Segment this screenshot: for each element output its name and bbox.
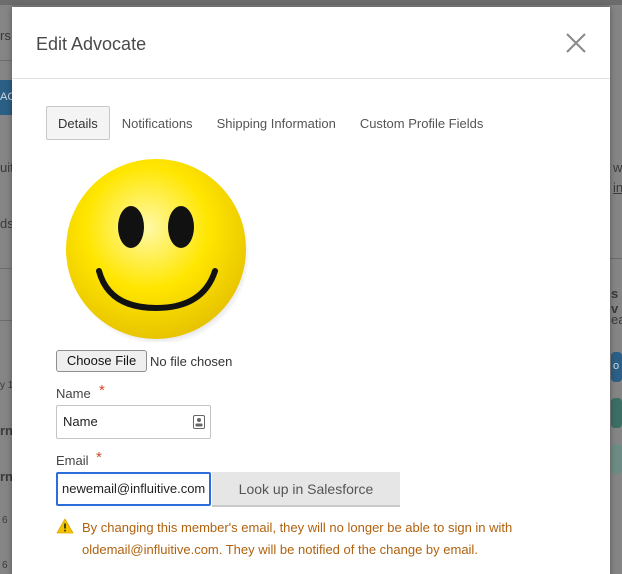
contact-card-icon[interactable] bbox=[193, 415, 205, 429]
backdrop-fragment: 6 bbox=[2, 560, 8, 571]
email-change-warning: By changing this member's email, they wi… bbox=[82, 520, 513, 557]
backdrop-divider bbox=[0, 320, 12, 321]
email-input[interactable]: newemail@influitive.com bbox=[56, 472, 211, 506]
email-label: Email bbox=[56, 453, 89, 468]
backdrop-teal-badge bbox=[611, 444, 622, 474]
tab-custom-profile-fields[interactable]: Custom Profile Fields bbox=[348, 106, 496, 140]
backdrop-fragment: ea bbox=[611, 312, 622, 327]
modal-header: Edit Advocate bbox=[12, 7, 610, 79]
name-input-value: Name bbox=[63, 414, 98, 429]
backdrop-divider bbox=[0, 60, 12, 61]
backdrop-fragment: 6 bbox=[2, 515, 8, 526]
name-label: Name bbox=[56, 386, 91, 401]
tab-details[interactable]: Details bbox=[46, 106, 110, 140]
backdrop-teal-badge bbox=[611, 398, 622, 428]
backdrop-divider bbox=[0, 268, 12, 269]
avatar bbox=[65, 158, 250, 345]
email-input-value: newemail@influitive.com bbox=[62, 481, 206, 496]
file-status-text: No file chosen bbox=[150, 354, 233, 369]
salesforce-lookup-button[interactable]: Look up in Salesforce bbox=[212, 472, 400, 507]
warning-icon bbox=[56, 518, 74, 534]
profile-tabs: Details Notifications Shipping Informati… bbox=[46, 106, 495, 140]
name-input[interactable]: Name bbox=[56, 405, 211, 439]
tab-shipping-information[interactable]: Shipping Information bbox=[205, 106, 348, 140]
name-required-mark: * bbox=[99, 382, 105, 399]
email-required-mark: * bbox=[96, 449, 102, 466]
close-button[interactable] bbox=[562, 29, 590, 57]
modal-title: Edit Advocate bbox=[36, 34, 147, 54]
tab-notifications[interactable]: Notifications bbox=[110, 106, 205, 140]
backdrop-divider bbox=[610, 258, 622, 259]
choose-file-button[interactable]: Choose File bbox=[56, 350, 147, 372]
backdrop-fragment: rs bbox=[0, 28, 11, 43]
backdrop-fragment: o bbox=[613, 360, 620, 372]
backdrop-topbar bbox=[0, 0, 622, 5]
backdrop-fragment: w bbox=[613, 160, 622, 175]
smiley-face-icon bbox=[66, 159, 250, 345]
close-icon bbox=[566, 33, 586, 53]
backdrop-fragment: in bbox=[613, 180, 622, 195]
edit-advocate-modal: Edit Advocate Details Notifications Ship… bbox=[12, 7, 610, 574]
